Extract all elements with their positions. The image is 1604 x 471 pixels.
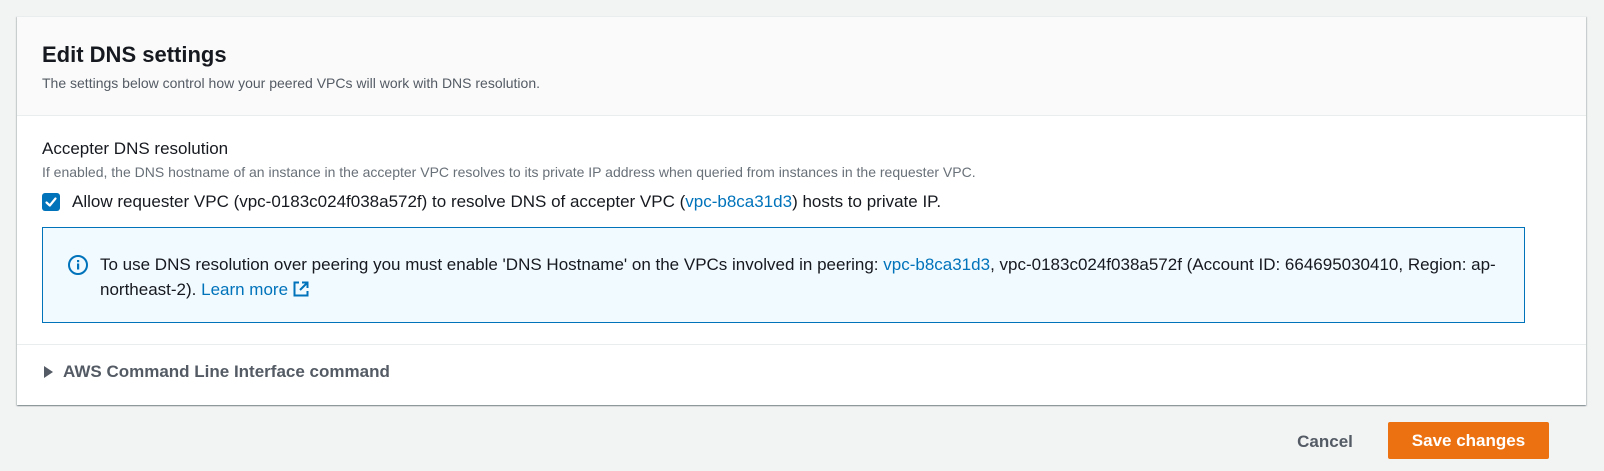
dns-hostname-info-alert: To use DNS resolution over peering you m…: [42, 227, 1525, 323]
cli-command-label: AWS Command Line Interface command: [63, 362, 390, 381]
info-circle-icon: [68, 255, 88, 275]
accepter-dns-label: Accepter DNS resolution: [42, 139, 229, 158]
panel-title: Edit DNS settings: [42, 42, 227, 67]
save-changes-button[interactable]: Save changes: [1388, 422, 1549, 459]
info-text-before: To use DNS resolution over peering you m…: [100, 255, 884, 274]
edit-dns-settings-panel: Edit DNS settings The settings below con…: [17, 16, 1586, 405]
accepter-vpc-link[interactable]: vpc-b8ca31d3: [685, 192, 792, 211]
checkbox-text-after: ) hosts to private IP.: [792, 192, 942, 211]
cli-command-expander[interactable]: AWS Command Line Interface command: [44, 359, 390, 385]
accepter-dns-checkbox-row[interactable]: Allow requester VPC (vpc-0183c024f038a57…: [42, 189, 941, 215]
check-icon: [45, 197, 57, 207]
caret-right-icon: [44, 366, 53, 378]
info-alert-text: To use DNS resolution over peering you m…: [100, 252, 1496, 302]
section-divider: [17, 344, 1586, 345]
learn-more-link[interactable]: Learn more: [201, 280, 310, 299]
accepter-dns-checkbox[interactable]: [42, 193, 60, 211]
cancel-button[interactable]: Cancel: [1276, 425, 1374, 459]
accepter-dns-checkbox-label: Allow requester VPC (vpc-0183c024f038a57…: [72, 192, 941, 212]
checkbox-text-before: Allow requester VPC (vpc-0183c024f038a57…: [72, 192, 686, 211]
learn-more-label: Learn more: [201, 280, 289, 299]
accepter-dns-description: If enabled, the DNS hostname of an insta…: [42, 164, 976, 180]
panel-header: Edit DNS settings The settings below con…: [17, 17, 1586, 116]
info-vpc-link[interactable]: vpc-b8ca31d3: [883, 255, 990, 274]
external-link-icon: [293, 281, 309, 297]
panel-description: The settings below control how your peer…: [42, 75, 540, 91]
